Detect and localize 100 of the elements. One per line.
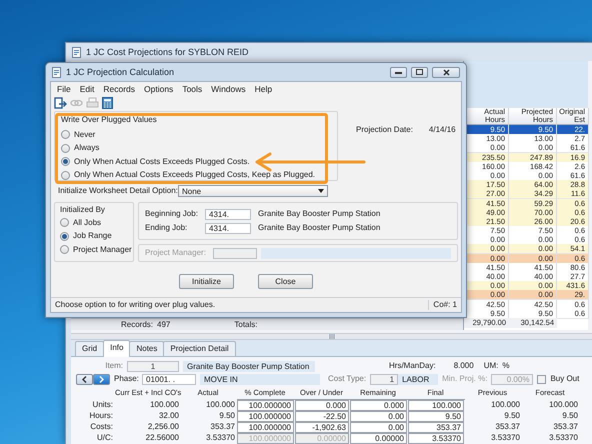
job-field[interactable]: 4314. [205, 222, 251, 234]
radio-button[interactable] [60, 232, 69, 241]
dropdown[interactable]: None [178, 185, 328, 197]
input-field[interactable]: -1,902.63 [295, 422, 349, 433]
input-field[interactable]: 100.000000 [237, 411, 294, 422]
field-value: % [502, 361, 510, 371]
table-cell-text: 3.53370 [548, 433, 579, 444]
tab[interactable]: Grid [75, 341, 104, 356]
field-label: Item: [104, 361, 123, 371]
menu-item[interactable]: Help [254, 84, 272, 93]
radio-button[interactable] [60, 245, 69, 254]
records-count: 497 [157, 320, 170, 330]
radio-button[interactable] [61, 130, 70, 140]
window-title: 1 JC Cost Projections for SYBLON REID [86, 46, 249, 58]
radio-button[interactable] [61, 170, 70, 180]
table-cell-text: 353.37 [494, 422, 521, 433]
table-cell-text: 22.56000 [144, 433, 180, 444]
table-cell-text: 100.000 [149, 400, 180, 411]
field-label: Beginning Job: [145, 209, 199, 219]
caret-icon [318, 189, 324, 193]
input-field[interactable]: 100.000000 [237, 400, 294, 411]
checkbox[interactable] [537, 374, 546, 384]
dialog-button[interactable]: Initialize [179, 274, 234, 289]
door-arrow-button[interactable] [54, 96, 67, 108]
radio-label[interactable]: Only When Actual Costs Exceeds Plugged Costs, Keep as Plugged. [74, 170, 316, 180]
records-label: Records: [121, 320, 154, 330]
menu-item[interactable]: Options [144, 84, 174, 93]
input-field[interactable]: 100.000000 [237, 422, 294, 433]
grip-icon[interactable] [328, 334, 334, 339]
close-button[interactable] [432, 66, 460, 78]
field-label: Initialize Worksheet Detail Option: [57, 186, 178, 196]
group-title: Write Over Plugged Values [61, 115, 158, 126]
item-name-field: Granite Bay Booster Pump Station [183, 360, 315, 372]
input-field[interactable]: 0.00 [350, 422, 407, 433]
radio-label[interactable]: Only When Actual Costs Exceeds Plugged Costs. [74, 156, 250, 167]
tab[interactable]: Projection Detail [163, 341, 236, 356]
item-field[interactable]: 1 [127, 360, 179, 372]
minimize-icon [395, 70, 402, 74]
close-icon [442, 68, 450, 76]
chevron-left-icon [82, 376, 87, 382]
calculator-icon [102, 96, 113, 108]
phase-field[interactable]: 01001. . [142, 374, 196, 384]
menu-item[interactable]: Tools [182, 84, 202, 93]
table-cell-text: 353.37 [552, 422, 579, 433]
table-cell-text: 3.53370 [490, 433, 521, 444]
input-field[interactable]: 100.000 [408, 400, 464, 411]
menu-item[interactable]: Records [103, 84, 136, 93]
radio-button[interactable] [61, 144, 70, 153]
phase-name-field: MOVE IN [200, 374, 320, 384]
minimize-button[interactable] [390, 66, 407, 78]
table-cell-text: 100.000 [548, 400, 579, 411]
radio-label[interactable]: All Jobs [73, 218, 102, 228]
field-label: Project Manager: [145, 248, 207, 258]
tab[interactable]: Notes [129, 341, 164, 356]
document-icon [52, 66, 62, 78]
field-label: Ending Job: [145, 223, 188, 233]
tab[interactable]: Info [103, 340, 130, 357]
radio-button[interactable] [60, 218, 69, 228]
menu-item[interactable]: Edit [80, 84, 94, 93]
calculator-button[interactable] [102, 96, 113, 108]
field-label: UM: [484, 361, 498, 371]
maximize-button[interactable] [411, 66, 428, 78]
row-label: Costs: [89, 422, 114, 433]
printer-icon [86, 96, 99, 108]
input-field[interactable]: 353.37 [408, 422, 464, 433]
cost-type-name-field: LABOR [398, 374, 438, 384]
field-value: 8.000 [454, 361, 474, 371]
cost-type-field[interactable]: 1 [370, 374, 398, 384]
field-label: Hrs/ManDay: [389, 361, 436, 371]
radio-label[interactable]: Project Manager [73, 244, 132, 255]
table-cell-text: 100.000 [490, 400, 521, 411]
radio-label[interactable]: Never [74, 130, 96, 140]
input-field[interactable]: -22.50 [295, 411, 349, 422]
input-field[interactable]: 0.000 [295, 400, 349, 411]
field-label: Min. Proj. %: [442, 374, 488, 384]
row-label: Units: [92, 400, 114, 411]
input-field[interactable]: 0.00000 [350, 433, 407, 444]
maximize-icon [416, 69, 423, 75]
input-field[interactable]: 9.50 [408, 411, 464, 422]
menu-item[interactable]: Windows [211, 84, 246, 93]
menu-item[interactable]: File [57, 84, 71, 93]
radio-label[interactable]: Job Range [73, 231, 112, 242]
row-label: Hours: [88, 411, 114, 422]
table-cell-text: 2,256.00 [146, 422, 180, 433]
input-field[interactable]: 0.00 [350, 411, 407, 422]
input-field[interactable]: 3.53370 [408, 433, 464, 444]
totals-label: Totals: [234, 320, 258, 330]
job-field[interactable]: 4314. [205, 208, 251, 220]
table-cell-text: 9.50 [561, 411, 579, 422]
dialog-button[interactable]: Close [258, 274, 313, 289]
field-label: Projection Date: [356, 125, 413, 136]
input-field[interactable]: 0.000 [350, 400, 407, 411]
table-cell-text: 9.50 [503, 411, 521, 422]
checkbox-label[interactable]: Buy Out [550, 374, 580, 384]
window-title: 1 JC Projection Calculation [66, 66, 176, 78]
previous-button[interactable] [76, 374, 93, 384]
radio-button[interactable] [61, 157, 70, 166]
document-icon [72, 46, 82, 58]
next-button[interactable] [93, 374, 110, 384]
radio-label[interactable]: Always [74, 143, 100, 154]
